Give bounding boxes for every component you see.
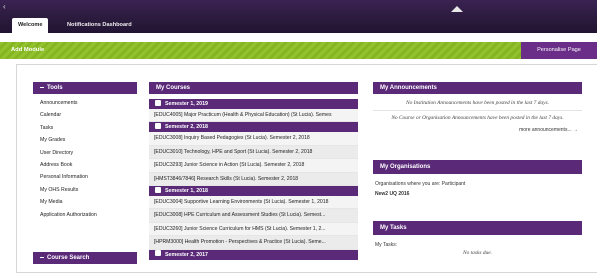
announcements-body: No Institution Announcements have been p…	[373, 98, 582, 133]
term-heading[interactable]: Semester 1, 2018	[149, 185, 358, 196]
tools-panel-header[interactable]: Tools	[33, 82, 137, 94]
tool-application-authorization[interactable]: Application Authorization	[33, 209, 137, 221]
collapse-header-icon[interactable]	[451, 6, 463, 12]
organisations-title: My Organisations	[380, 164, 431, 170]
institution-announcements-message: No Institution Announcements have been p…	[406, 100, 549, 106]
tool-my-ohs-results[interactable]: My OHS Results	[33, 184, 137, 196]
logo-icon: ‹	[3, 2, 6, 11]
course-link[interactable]: [EDUC3293] Junior Science in Action (St …	[149, 159, 358, 173]
announcements-panel-header[interactable]: My Announcements	[373, 82, 582, 94]
collapse-icon[interactable]	[40, 256, 44, 258]
tools-list: Announcements Calendar Tasks My Grades U…	[33, 97, 137, 221]
term-label: Semester 1, 2018	[165, 187, 208, 194]
course-link[interactable]: [EDUC3010] Technology, HPE and Sport (St…	[149, 145, 358, 160]
tool-address-book[interactable]: Address Book	[33, 159, 137, 171]
tool-user-directory[interactable]: User Directory	[33, 147, 137, 159]
term-heading[interactable]: Semester 2, 2018	[149, 122, 358, 133]
term-label: Semester 2, 2017	[165, 251, 208, 258]
personalise-page-button[interactable]: Personalise Page	[521, 42, 597, 59]
term-heading[interactable]: Semester 1, 2019	[149, 99, 358, 109]
course-link[interactable]: [EDUC3008] Inquiry Based Pedagogies (St …	[149, 132, 358, 146]
organisation-link[interactable]: New2 UQ 2016	[373, 191, 582, 197]
organisations-body: Organisations where you are: Participant…	[373, 181, 582, 197]
tasks-panel-header[interactable]: My Tasks	[373, 221, 582, 235]
courses-title: My Courses	[156, 85, 191, 91]
tool-my-media[interactable]: My Media	[33, 196, 137, 208]
tasks-body: My Tasks: No tasks due.	[373, 242, 582, 256]
term-heading[interactable]: Semester 2, 2017	[149, 249, 358, 260]
tool-my-grades[interactable]: My Grades	[33, 134, 137, 146]
course-link[interactable]: [EDUC3260] Junior Science Curriculum for…	[149, 222, 358, 237]
tool-announcements[interactable]: Announcements	[33, 97, 137, 109]
module-toolbar	[0, 42, 597, 59]
tools-title: Tools	[47, 85, 63, 91]
courses-list: Semester 1, 2019 [EDUC4005] Major Practi…	[149, 99, 358, 260]
course-link[interactable]: [EDUC3008] HPE Curriculum and Assessment…	[149, 209, 358, 223]
collapse-icon[interactable]	[40, 86, 44, 88]
organisations-panel-header[interactable]: My Organisations	[373, 160, 582, 174]
add-module-button[interactable]: Add Module	[11, 42, 44, 59]
announcements-title: My Announcements	[380, 85, 437, 91]
lock-icon	[155, 99, 161, 106]
term-label: Semester 2, 2018	[165, 124, 208, 131]
courses-panel-header[interactable]: My Courses	[149, 82, 358, 94]
course-link[interactable]: [HMST3846/7846] Research Skills (St Luci…	[149, 172, 358, 186]
course-announcements-message: No Course or Organisation Announcements …	[373, 110, 582, 121]
course-search-header[interactable]: Course Search	[33, 252, 137, 264]
tasks-label: My Tasks:	[375, 242, 398, 248]
course-link[interactable]: [EDUC4005] Major Practicum (Health & Phy…	[149, 109, 358, 123]
tool-personal-information[interactable]: Personal Information	[33, 171, 137, 183]
tool-calendar[interactable]: Calendar	[33, 109, 137, 121]
tab-welcome[interactable]: Welcome	[12, 18, 49, 33]
top-navigation-bar: ‹ Welcome Notifications Dashboard	[0, 0, 597, 33]
plus-icon	[155, 250, 161, 257]
tasks-title: My Tasks	[380, 225, 407, 231]
lock-icon	[155, 122, 161, 129]
course-link[interactable]: [EDUC3004] Supportive Learning Environme…	[149, 195, 358, 210]
term-label: Semester 1, 2019	[165, 101, 208, 107]
tab-notifications-dashboard[interactable]: Notifications Dashboard	[61, 18, 138, 33]
tool-tasks[interactable]: Tasks	[33, 122, 137, 134]
organisations-role-text: Organisations where you are: Participant	[375, 181, 466, 187]
course-search-title: Course Search	[47, 255, 90, 261]
lock-icon	[155, 186, 161, 193]
more-announcements-link[interactable]: more announcements... →	[373, 127, 582, 133]
no-tasks-message: No tasks due.	[463, 250, 492, 256]
course-link[interactable]: [HPRM3000] Health Promotion - Perspectiv…	[149, 236, 358, 250]
